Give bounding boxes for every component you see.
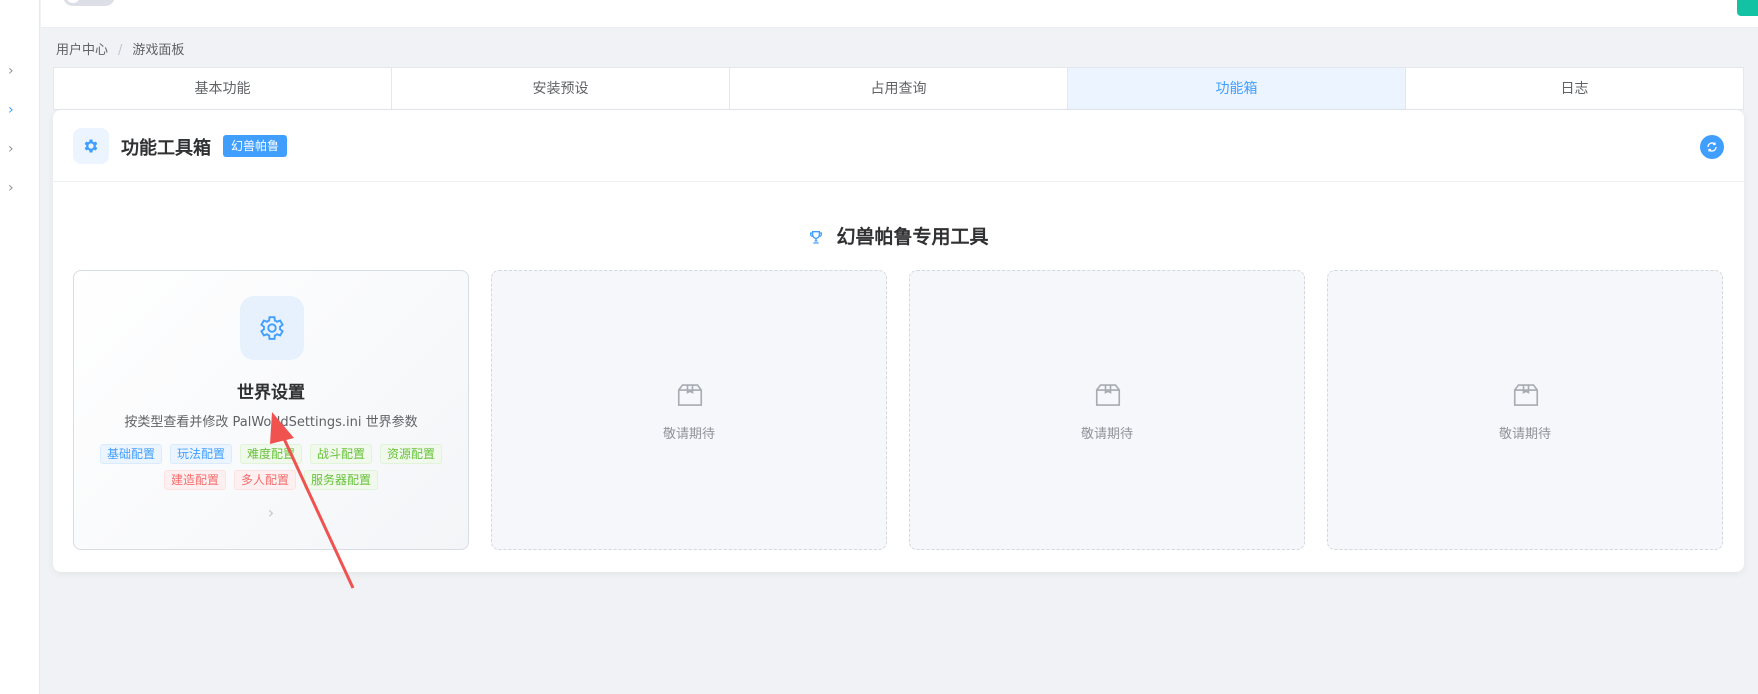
box-icon	[1513, 384, 1539, 406]
panel-header: 功能工具箱 幻兽帕鲁	[53, 110, 1744, 182]
tab-bar: 基本功能 安装预设 占用查询 功能箱 日志	[53, 67, 1744, 110]
game-badge: 幻兽帕鲁	[223, 135, 288, 157]
sidebar-chevron-right-icon[interactable]: ›	[8, 64, 14, 78]
box-icon	[1095, 384, 1121, 406]
tab-logs[interactable]: 日志	[1406, 68, 1743, 109]
placeholder-card: 敬请期待	[491, 270, 887, 550]
tag-multiplayer-config: 多人配置	[233, 470, 296, 490]
sidebar: › › › ›	[0, 0, 40, 694]
tag-gameplay-config: 玩法配置	[169, 444, 232, 464]
tag-difficulty-config: 难度配置	[239, 444, 302, 464]
refresh-icon[interactable]	[1700, 135, 1724, 159]
theme-toggle[interactable]	[63, 0, 115, 6]
tag-row: 基础配置 玩法配置 难度配置 战斗配置 资源配置	[74, 444, 468, 464]
chevron-right-icon: ›	[267, 503, 275, 522]
breadcrumb-item-user-center[interactable]: 用户中心	[56, 43, 108, 58]
breadcrumb-item-game-panel: 游戏面板	[132, 43, 185, 58]
card-title: 世界设置	[237, 383, 305, 403]
placeholder-label: 敬请期待	[662, 427, 715, 442]
sidebar-chevron-right-icon[interactable]: ›	[8, 142, 14, 156]
settings-gear-icon	[73, 128, 109, 164]
breadcrumb: 用户中心 / 游戏面板	[56, 39, 184, 58]
placeholder-card: 敬请期待	[909, 270, 1305, 550]
tag-build-config: 建造配置	[163, 470, 226, 490]
placeholder-label: 敬请期待	[1498, 427, 1551, 442]
tag-basic-config: 基础配置	[99, 444, 162, 464]
sidebar-chevron-right-icon[interactable]: ›	[8, 181, 14, 195]
world-settings-card[interactable]: 世界设置 按类型查看并修改 PalWorldSettings.ini 世界参数 …	[73, 270, 469, 550]
trophy-icon	[808, 226, 830, 248]
tag-server-config: 服务器配置	[304, 470, 379, 490]
placeholder-label: 敬请期待	[1080, 427, 1133, 442]
tag-row: 建造配置 多人配置 服务器配置	[74, 470, 468, 490]
tag-resource-config: 资源配置	[380, 444, 443, 464]
top-bar	[41, 0, 1758, 28]
card-description: 按类型查看并修改 PalWorldSettings.ini 世界参数	[124, 415, 418, 430]
tab-usage-query[interactable]: 占用查询	[730, 68, 1068, 109]
top-action-button[interactable]	[1737, 0, 1758, 16]
placeholder-card: 敬请期待	[1327, 270, 1723, 550]
tag-combat-config: 战斗配置	[310, 444, 373, 464]
section-title: 幻兽帕鲁专用工具	[53, 222, 1744, 249]
gear-icon	[240, 296, 304, 360]
section-title-text: 幻兽帕鲁专用工具	[836, 226, 989, 248]
toolbox-panel: 功能工具箱 幻兽帕鲁 幻兽帕鲁专用工具 世界设置 按类型查看并修改 PalWor…	[53, 110, 1744, 572]
breadcrumb-separator: /	[118, 43, 123, 58]
panel-title: 功能工具箱	[121, 138, 211, 159]
sidebar-chevron-right-icon-active[interactable]: ›	[8, 103, 14, 117]
tab-basic-functions[interactable]: 基本功能	[54, 68, 392, 109]
tab-install-presets[interactable]: 安装预设	[392, 68, 730, 109]
tab-toolbox[interactable]: 功能箱	[1068, 68, 1406, 109]
box-icon	[677, 384, 703, 406]
